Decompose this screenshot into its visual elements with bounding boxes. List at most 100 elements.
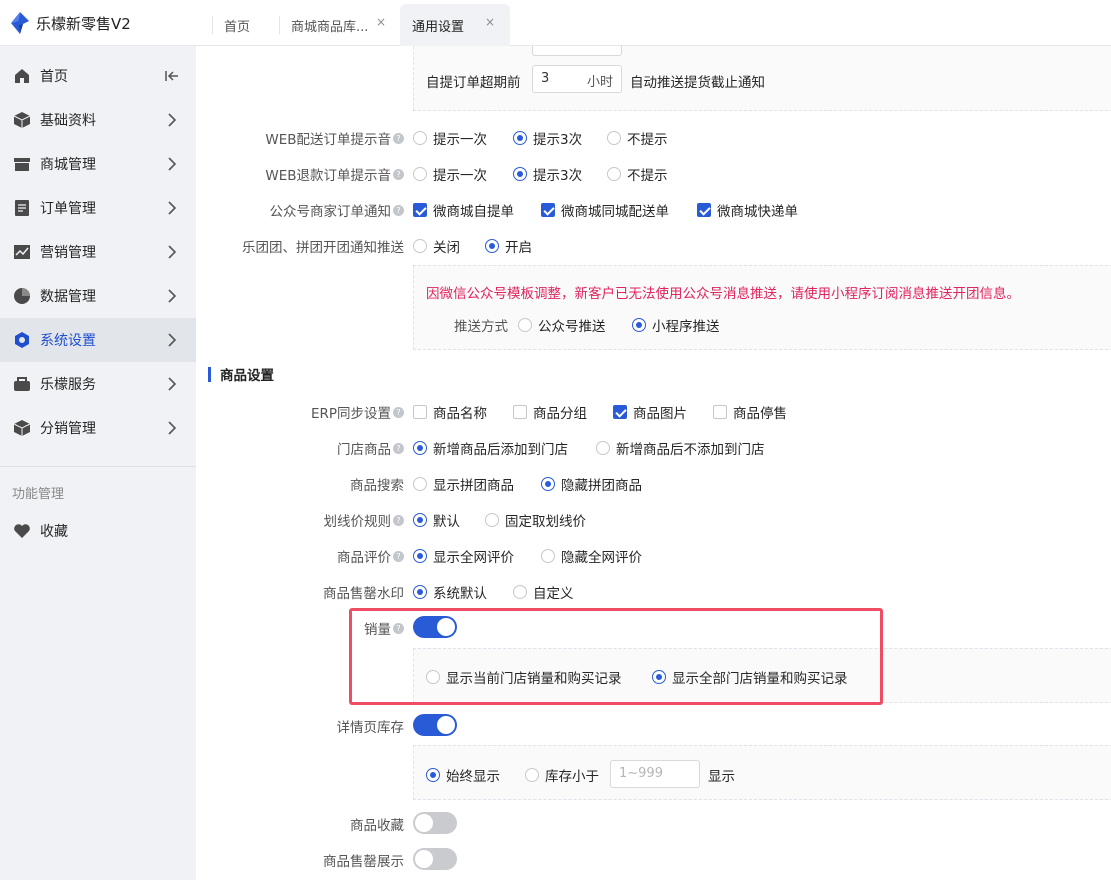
detail-stock-always[interactable]: 始终显示 <box>426 765 500 785</box>
radio[interactable] <box>632 318 646 332</box>
web-delivery-sound-once[interactable]: 提示一次 <box>413 128 487 148</box>
checkbox[interactable] <box>541 203 555 217</box>
sidebar-divider <box>0 466 196 467</box>
radio[interactable] <box>518 318 532 332</box>
stock-threshold-input[interactable]: 1~999 <box>610 760 700 788</box>
checkbox[interactable] <box>413 203 427 217</box>
option-label: 开启 <box>505 240 532 256</box>
help-icon[interactable]: ? <box>393 550 404 562</box>
checkbox[interactable] <box>513 405 527 419</box>
sidebar-item-mall[interactable]: 商城管理 <box>0 142 196 186</box>
erp-sync-name[interactable]: 商品名称 <box>413 402 487 422</box>
erp-sync-image[interactable]: 商品图片 <box>613 402 687 422</box>
radio[interactable] <box>413 441 427 455</box>
help-icon[interactable]: ? <box>393 204 404 216</box>
sidebar-item-distribution[interactable]: 分销管理 <box>0 406 196 450</box>
radio[interactable] <box>541 477 555 491</box>
goods-search-hide-group[interactable]: 隐藏拼团商品 <box>541 474 642 494</box>
radio[interactable] <box>485 513 499 527</box>
option-label: 隐藏拼团商品 <box>561 478 642 494</box>
push-method-oa[interactable]: 公众号推送 <box>518 315 606 335</box>
sidebar-item-orders[interactable]: 订单管理 <box>0 186 196 230</box>
tab-label: 通用设置 <box>412 19 465 35</box>
web-delivery-sound-3x[interactable]: 提示3次 <box>513 128 582 148</box>
soldout-watermark-default[interactable]: 系统默认 <box>413 582 487 602</box>
sidebar-item-lemeng-service[interactable]: 乐檬服务 <box>0 362 196 406</box>
close-icon[interactable]: × <box>485 15 495 29</box>
goods-review-hide[interactable]: 隐藏全网评价 <box>541 546 642 566</box>
help-icon[interactable]: ? <box>393 132 404 144</box>
sidebar-item-favorites[interactable]: 收藏 <box>0 509 196 553</box>
help-icon[interactable]: ? <box>393 168 404 180</box>
radio[interactable] <box>413 549 427 563</box>
web-refund-sound-3x[interactable]: 提示3次 <box>513 164 582 184</box>
radio[interactable] <box>513 131 527 145</box>
radio[interactable] <box>485 239 499 253</box>
label-text: 门店商品 <box>337 442 391 458</box>
radio[interactable] <box>426 768 440 782</box>
detail-stock-toggle[interactable] <box>413 714 457 736</box>
option-label: 商品名称 <box>433 406 487 422</box>
collapse-icon[interactable] <box>165 68 179 84</box>
store-goods-not-add[interactable]: 新增商品后不添加到门店 <box>596 438 765 458</box>
strike-price-default[interactable]: 默认 <box>413 510 460 530</box>
checkbox[interactable] <box>613 405 627 419</box>
web-refund-sound-once[interactable]: 提示一次 <box>413 164 487 184</box>
radio[interactable] <box>596 441 610 455</box>
web-refund-sound-none[interactable]: 不提示 <box>607 164 668 184</box>
checkbox[interactable] <box>413 405 427 419</box>
radio[interactable] <box>513 585 527 599</box>
soldout-display-toggle[interactable] <box>413 848 457 870</box>
group-notify-off[interactable]: 关闭 <box>413 236 460 256</box>
radio[interactable] <box>413 131 427 145</box>
brand[interactable]: 乐檬新零售V2 <box>10 10 131 36</box>
radio[interactable] <box>607 167 621 181</box>
radio[interactable] <box>513 167 527 181</box>
erp-sync-group[interactable]: 商品分组 <box>513 402 587 422</box>
radio[interactable] <box>413 239 427 253</box>
help-icon[interactable]: ? <box>393 514 404 526</box>
radio[interactable] <box>413 167 427 181</box>
group-notify-on[interactable]: 开启 <box>485 236 532 256</box>
radio[interactable] <box>607 131 621 145</box>
checkbox[interactable] <box>713 405 727 419</box>
label-text: 商品售罄水印 <box>323 586 404 602</box>
oa-notify-express[interactable]: 微商城快递单 <box>697 200 798 220</box>
sidebar-item-data[interactable]: 数据管理 <box>0 274 196 318</box>
radio[interactable] <box>525 768 539 782</box>
tab-product-library[interactable]: 商城商品库... × <box>279 4 395 46</box>
help-icon[interactable]: ? <box>393 442 404 454</box>
tab-general-settings[interactable]: 通用设置 × <box>400 4 510 46</box>
help-icon[interactable]: ? <box>393 406 404 418</box>
scrolled-input[interactable] <box>532 46 622 56</box>
push-method-miniprogram[interactable]: 小程序推送 <box>632 315 720 335</box>
settings-content: 自提订单超期前 3 小时 自动推送提货截止通知 WEB配送订单提示音 ? 提示一… <box>196 46 1111 880</box>
goods-favorite-toggle[interactable] <box>413 812 457 834</box>
erp-sync-discontinued[interactable]: 商品停售 <box>713 402 787 422</box>
tab-home[interactable]: 首页 <box>212 4 278 46</box>
sidebar-item-basic-data[interactable]: 基础资料 <box>0 98 196 142</box>
checkbox[interactable] <box>697 203 711 217</box>
sidebar-item-system-settings[interactable]: 系统设置 <box>0 318 196 362</box>
sidebar-item-home[interactable]: 首页 <box>0 54 196 98</box>
radio[interactable] <box>413 585 427 599</box>
radio[interactable] <box>413 513 427 527</box>
soldout-watermark-custom[interactable]: 自定义 <box>513 582 574 602</box>
radio[interactable] <box>413 477 427 491</box>
detail-stock-below[interactable]: 库存小于 <box>525 765 599 785</box>
web-delivery-sound-none[interactable]: 不提示 <box>607 128 668 148</box>
strike-price-fixed[interactable]: 固定取划线价 <box>485 510 586 530</box>
close-icon[interactable]: × <box>376 15 386 29</box>
group-notify-label: 乐团团、拼团开团通知推送 <box>242 236 404 256</box>
push-method-label: 推送方式 <box>454 319 508 335</box>
pickup-hours-input[interactable]: 3 小时 <box>532 65 622 93</box>
oa-notify-local-delivery[interactable]: 微商城同城配送单 <box>541 200 669 220</box>
sidebar-item-label: 基础资料 <box>40 113 96 129</box>
goods-review-show[interactable]: 显示全网评价 <box>413 546 514 566</box>
sidebar-item-marketing[interactable]: 营销管理 <box>0 230 196 274</box>
label-text: 商品评价 <box>337 550 391 566</box>
radio[interactable] <box>541 549 555 563</box>
store-goods-add[interactable]: 新增商品后添加到门店 <box>413 438 568 458</box>
goods-search-show-group[interactable]: 显示拼团商品 <box>413 474 514 494</box>
oa-notify-pickup[interactable]: 微商城自提单 <box>413 200 514 220</box>
